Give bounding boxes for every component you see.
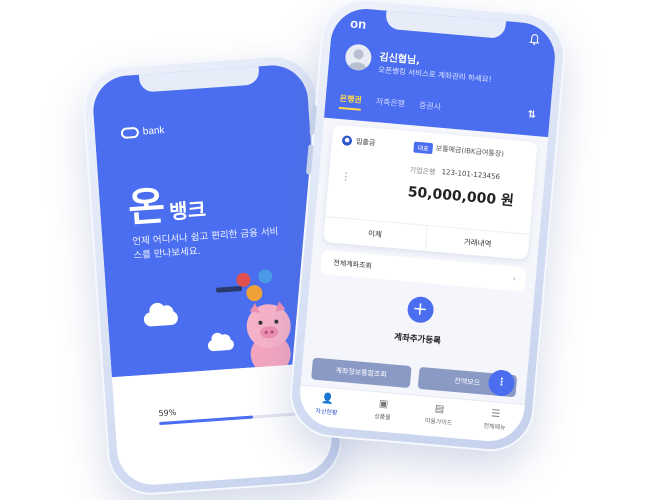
splash-hero: bank 온뱅크 언제 어디서나 쉽고 편리한 금융 서비스를 만나보세요. [90, 63, 327, 395]
tabbar-products[interactable]: ▣ 상품몰 [353, 390, 412, 434]
book-icon: ▤ [434, 403, 445, 416]
account-balance: 50,000,000 원 [407, 184, 515, 210]
volume-button [305, 144, 314, 175]
logo-ring-icon [120, 126, 140, 140]
account-type: ● 입출금 [341, 135, 376, 148]
bank-logo-icon: ● [341, 135, 353, 147]
tab-savings-bank[interactable]: 저축은행 [375, 96, 406, 115]
tabbar-label: 전체메뉴 [483, 422, 506, 432]
tabbar-assets[interactable]: 👤 자산현황 [297, 386, 356, 430]
tab-bank[interactable]: 은행권 [338, 92, 363, 111]
app-logo: on [349, 15, 367, 32]
all-accounts-label: 전체계좌조회 [332, 258, 373, 271]
account-bank: 기업은행 [409, 166, 436, 177]
sort-icon[interactable]: ⇅ [527, 109, 536, 121]
onbank-logo: bank [120, 125, 165, 140]
dashboard-phone: on 김신협님, 오픈뱅킹 서비스로 계좌관리 하세요! 은행권 저축은행 증권… [286, 0, 569, 455]
brand-title-sub: 뱅크 [168, 197, 207, 224]
tabbar-label: 자산현황 [315, 407, 338, 417]
avatar[interactable] [344, 43, 373, 72]
transfer-button[interactable]: 이체 [323, 217, 427, 251]
transactions-button[interactable]: 거래내역 [424, 225, 530, 260]
person-icon: 👤 [320, 393, 335, 406]
menu-icon: ☰ [490, 408, 501, 421]
brand-title: 온뱅크 [126, 170, 207, 233]
user-icon [348, 49, 367, 72]
chevron-right-icon: › [512, 274, 516, 283]
loading-percent: 59% [158, 407, 177, 419]
account-card[interactable]: ● 입출금 대표 보통예금(IBK급여통장) 기업은행 123-101-1234… [323, 124, 538, 260]
institution-tabs: 은행권 저축은행 증권사 [338, 92, 442, 118]
dashboard-screen: on 김신협님, 오픈뱅킹 서비스로 계좌관리 하세요! 은행권 저축은행 증권… [297, 5, 558, 445]
primary-badge: 대표 [413, 141, 434, 155]
account-number: 123-101-123456 [441, 168, 501, 182]
add-account-button[interactable]: + [406, 295, 435, 324]
tabbar-guide[interactable]: ▤ 이용가이드 [409, 395, 468, 439]
tab-securities[interactable]: 증권사 [418, 100, 442, 118]
tabbar-label: 상품몰 [373, 413, 391, 422]
bell-icon[interactable] [528, 33, 541, 46]
cloud-icon [143, 310, 179, 327]
account-product: 보통예금(IBK급여통장) [435, 144, 505, 159]
tabbar-menu[interactable]: ☰ 전체메뉴 [465, 400, 524, 444]
gift-icon: ▣ [378, 398, 389, 411]
greeting-subtitle: 오픈뱅킹 서비스로 계좌관리 하세요! [377, 65, 492, 85]
brand-title-main: 온 [126, 183, 167, 232]
add-account-label: 계좌추가등록 [393, 332, 442, 347]
logo-text: bank [142, 125, 165, 138]
account-type-label: 입출금 [355, 137, 376, 148]
more-icon[interactable]: ⋮ [340, 171, 351, 183]
account-info-button[interactable]: 계좌정보통합조회 [311, 357, 412, 389]
tabbar-label: 이용가이드 [424, 417, 453, 427]
add-account-section: + 계좌추가등록 [305, 287, 533, 354]
